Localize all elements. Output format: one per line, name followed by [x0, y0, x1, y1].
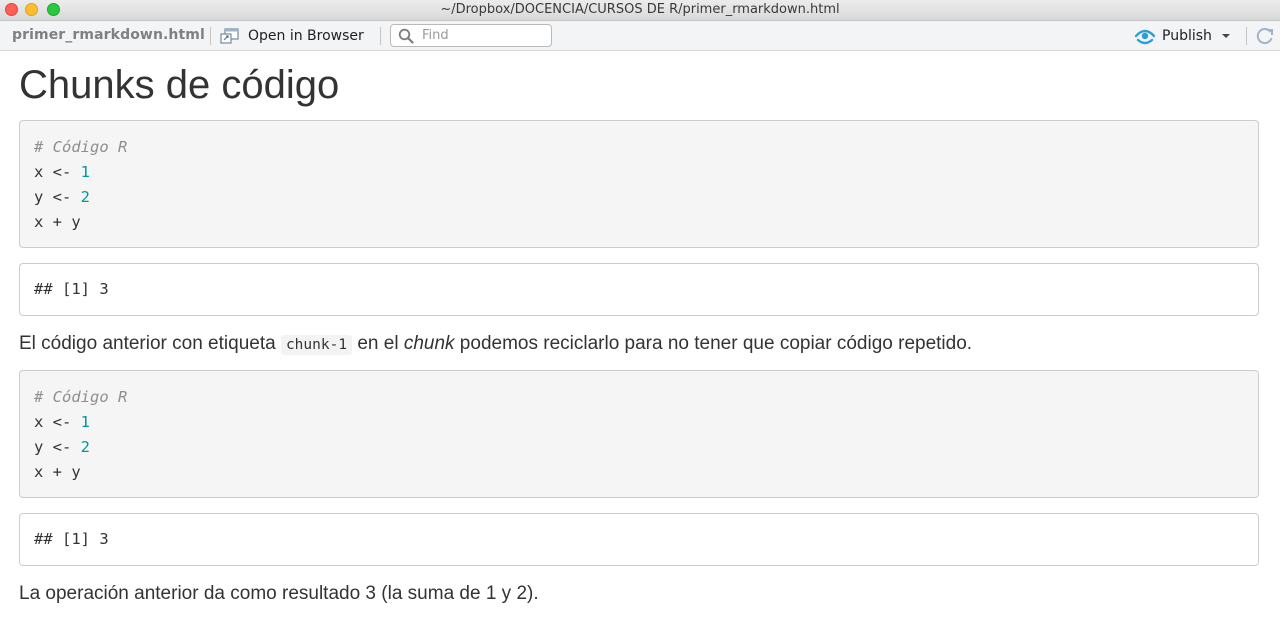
code-output: ## [1] 3 [19, 513, 1259, 566]
page-title: Chunks de código [19, 63, 340, 107]
code-number: 2 [80, 188, 91, 206]
open-in-browser-icon [220, 28, 239, 44]
toolbar-separator [1246, 27, 1247, 45]
toolbar-separator [210, 27, 211, 45]
viewer-toolbar: primer_rmarkdown.html Open in Browser Pu… [0, 21, 1280, 51]
find-field[interactable] [390, 24, 552, 47]
code-text: x + y [34, 463, 81, 481]
code-text: x <- [34, 163, 81, 181]
window-title: ~/Dropbox/DOCENCIA/CURSOS DE R/primer_rm… [440, 2, 840, 17]
publish-label: Publish [1162, 28, 1212, 44]
code-chunk: # Código R x <- 1 y <- 2 x + y [19, 370, 1259, 498]
body-paragraph: La operación anterior da como resultado … [19, 583, 539, 604]
toolbar-separator [380, 27, 381, 45]
file-name-label: primer_rmarkdown.html [12, 27, 205, 43]
paragraph-text: El código anterior con etiqueta [19, 333, 281, 354]
open-in-browser-label: Open in Browser [248, 28, 364, 44]
window-titlebar: ~/Dropbox/DOCENCIA/CURSOS DE R/primer_rm… [0, 0, 1280, 21]
emphasized-text: chunk [403, 333, 455, 354]
publish-button[interactable]: Publish [1134, 25, 1231, 47]
inline-code: chunk-1 [280, 335, 353, 355]
code-comment: # Código R [34, 138, 128, 156]
code-number: 2 [80, 438, 91, 456]
code-text: x + y [34, 213, 81, 231]
code-number: 1 [80, 163, 91, 181]
search-icon [398, 28, 414, 44]
code-text: y <- [34, 188, 81, 206]
find-input[interactable] [422, 27, 547, 44]
body-paragraph: El código anterior con etiqueta chunk-1 … [19, 331, 1259, 358]
code-comment: # Código R [34, 388, 128, 406]
paragraph-text: en el [352, 333, 404, 354]
publish-icon [1134, 29, 1156, 45]
code-output: ## [1] 3 [19, 263, 1259, 316]
code-number: 1 [80, 413, 91, 431]
open-in-browser-button[interactable]: Open in Browser [220, 25, 364, 47]
code-chunk: # Código R x <- 1 y <- 2 x + y [19, 120, 1259, 248]
refresh-icon[interactable] [1254, 26, 1276, 46]
paragraph-text: podemos reciclarlo para no tener que cop… [454, 333, 973, 354]
code-text: y <- [34, 438, 81, 456]
code-text: x <- [34, 413, 81, 431]
chevron-down-icon[interactable] [1221, 32, 1231, 40]
